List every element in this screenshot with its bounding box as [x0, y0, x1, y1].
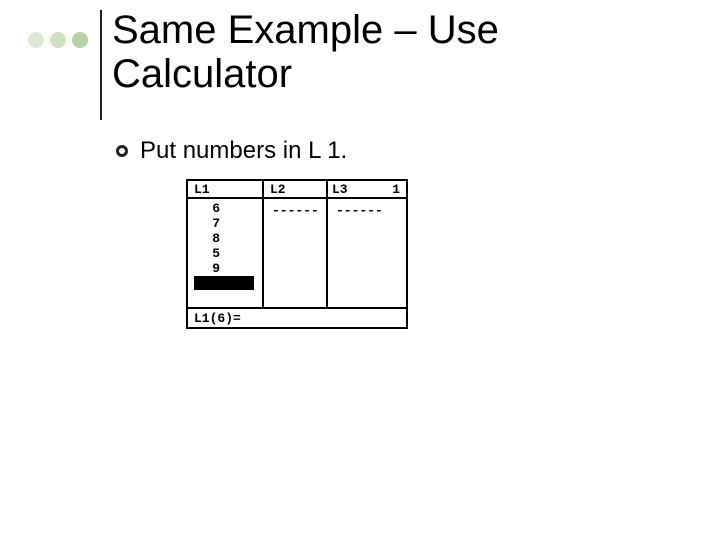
- dot-icon: [72, 32, 88, 48]
- l1-cell: 5: [188, 246, 220, 261]
- slide-accent-dots: [28, 32, 88, 48]
- list-header-row: L1 L2 L3 1: [188, 181, 406, 199]
- list-body: 6 7 8 5 9 ------ ------: [188, 199, 406, 307]
- dot-icon: [28, 32, 44, 48]
- header-l3: L3: [332, 182, 348, 197]
- column-divider: [326, 181, 328, 307]
- bullet-ring-icon: [116, 145, 128, 157]
- l3-placeholder: ------: [336, 203, 383, 218]
- header-l2: L2: [270, 182, 286, 197]
- dot-icon: [50, 32, 66, 48]
- l1-cell: 6: [188, 201, 220, 216]
- slide-title: Same Example – Use Calculator: [112, 8, 632, 96]
- header-listnum: 1: [392, 182, 400, 197]
- l1-column: 6 7 8 5 9: [188, 201, 262, 276]
- column-divider: [262, 181, 264, 307]
- bullet-item: Put numbers in L 1.: [116, 137, 347, 165]
- bullet-text: Put numbers in L 1.: [140, 137, 347, 165]
- title-divider: [100, 10, 102, 120]
- status-line: L1(6)=: [188, 307, 406, 327]
- header-l1: L1: [194, 182, 210, 197]
- l2-placeholder: ------: [272, 203, 319, 218]
- l1-cell: 7: [188, 216, 220, 231]
- l1-cell: 8: [188, 231, 220, 246]
- l1-cell: 9: [188, 261, 220, 276]
- calculator-screen: L1 L2 L3 1 6 7 8 5 9 ------ ------ L1(6)…: [186, 179, 408, 329]
- cursor-highlight: [194, 276, 254, 290]
